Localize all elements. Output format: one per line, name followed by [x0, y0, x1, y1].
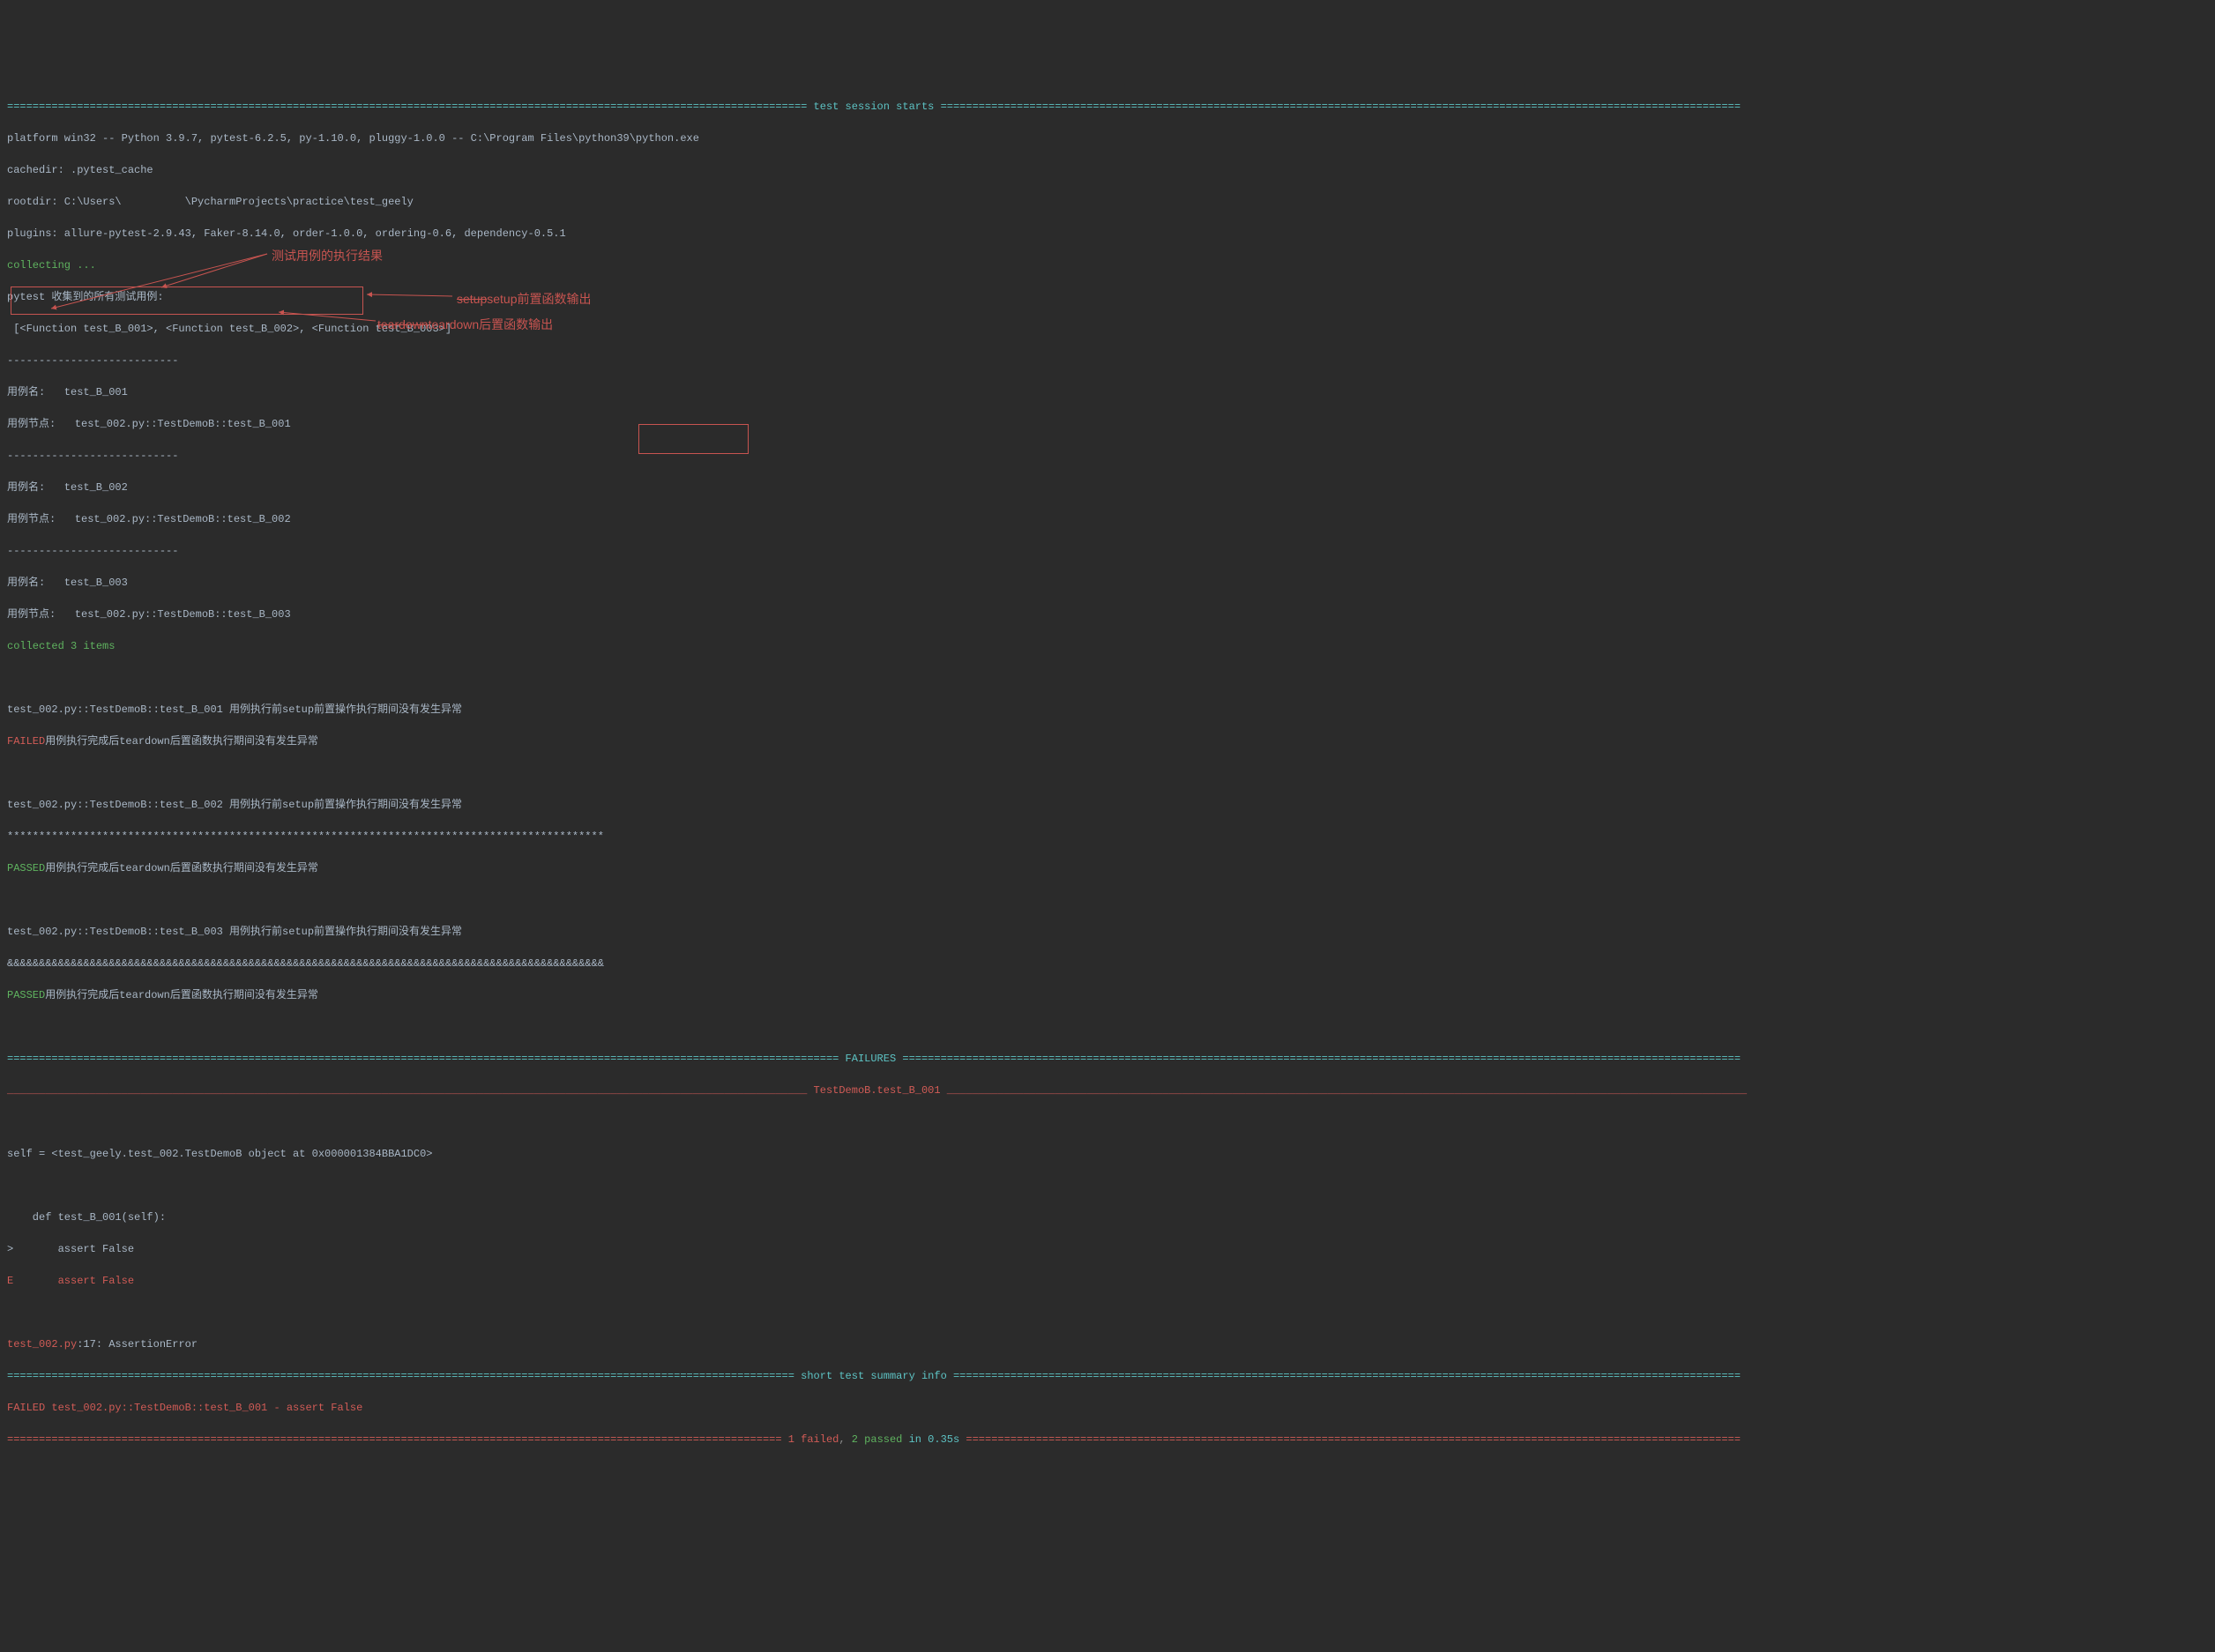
collected-label: pytest 收集到的所有测试用例:	[7, 289, 2208, 305]
def-line: def test_B_001(self):	[7, 1209, 2208, 1225]
case3-node: 用例节点: test_002.py::TestDemoB::test_B_003	[7, 606, 2208, 622]
blank	[7, 1178, 2208, 1194]
run3-amps: &&&&&&&&&&&&&&&&&&&&&&&&&&&&&&&&&&&&&&&&…	[7, 956, 2208, 971]
terminal-output: ========================================…	[7, 67, 2208, 1652]
rootdir-line: rootdir: C:\Users\ \PycharmProjects\prac…	[7, 194, 2208, 210]
error-location: test_002.py:17: AssertionError	[7, 1336, 2208, 1352]
failures-header: ========================================…	[7, 1051, 2208, 1067]
error-line: E assert False	[7, 1273, 2208, 1289]
run1-result: FAILED用例执行完成后teardown后置函数执行期间没有发生异常	[7, 733, 2208, 749]
blank	[7, 670, 2208, 686]
blank	[7, 1114, 2208, 1130]
sep: ---------------------------	[7, 353, 2208, 368]
collecting-line: collecting ...	[7, 257, 2208, 273]
blank	[7, 1305, 2208, 1321]
assert-line: > assert False	[7, 1241, 2208, 1257]
blank	[7, 765, 2208, 781]
functions-list: [<Function test_B_001>, <Function test_B…	[7, 321, 2208, 337]
sep: ---------------------------	[7, 543, 2208, 559]
run3-setup: test_002.py::TestDemoB::test_B_003 用例执行前…	[7, 924, 2208, 940]
summary-failed: FAILED test_002.py::TestDemoB::test_B_00…	[7, 1400, 2208, 1416]
case3-name: 用例名: test_B_003	[7, 575, 2208, 591]
final-summary: ========================================…	[7, 1432, 2208, 1447]
case1-node: 用例节点: test_002.py::TestDemoB::test_B_001	[7, 416, 2208, 432]
summary-header: ========================================…	[7, 1368, 2208, 1384]
case2-node: 用例节点: test_002.py::TestDemoB::test_B_002	[7, 511, 2208, 527]
session-start-header: ========================================…	[7, 99, 2208, 115]
run2-setup: test_002.py::TestDemoB::test_B_002 用例执行前…	[7, 797, 2208, 813]
blank	[7, 1019, 2208, 1035]
cachedir-line: cachedir: .pytest_cache	[7, 162, 2208, 178]
self-repr: self = <test_geely.test_002.TestDemoB ob…	[7, 1146, 2208, 1162]
passed-badge: PASSED	[7, 862, 45, 874]
blank	[7, 892, 2208, 908]
failure-case-header: ________________________________________…	[7, 1083, 2208, 1098]
run2-stars: ****************************************…	[7, 829, 2208, 845]
run3-result: PASSED用例执行完成后teardown后置函数执行期间没有发生异常	[7, 987, 2208, 1003]
collected-items: collected 3 items	[7, 638, 2208, 654]
failed-badge: FAILED	[7, 735, 45, 748]
sep: ---------------------------	[7, 448, 2208, 464]
case2-name: 用例名: test_B_002	[7, 480, 2208, 495]
case1-name: 用例名: test_B_001	[7, 384, 2208, 400]
platform-line: platform win32 -- Python 3.9.7, pytest-6…	[7, 130, 2208, 146]
run2-result: PASSED用例执行完成后teardown后置函数执行期间没有发生异常	[7, 860, 2208, 876]
passed-badge: PASSED	[7, 989, 45, 1001]
plugins-line: plugins: allure-pytest-2.9.43, Faker-8.1…	[7, 226, 2208, 242]
run1-setup: test_002.py::TestDemoB::test_B_001 用例执行前…	[7, 702, 2208, 718]
